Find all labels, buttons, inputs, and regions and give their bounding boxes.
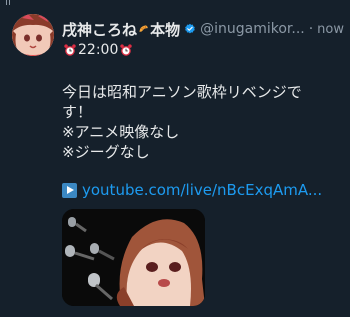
tweet-body: 今日は昭和アニソン歌枠リベンジで す！ ※アニメ映像なし ※ジーグなし (62, 82, 342, 162)
play-button-emoji-icon (62, 182, 77, 198)
croissant-emoji-icon (139, 24, 148, 32)
verified-badge-icon (185, 23, 195, 34)
tweet-body-line: ※アニメ映像なし (62, 123, 180, 141)
youtube-link[interactable]: youtube.com/live/nBcExqAmA... (82, 181, 322, 199)
avatar[interactable] (12, 14, 54, 56)
separator-dot: · (308, 21, 314, 37)
alarm-clock-emoji-icon (120, 44, 133, 56)
tweet-header: 戌神ころね 本物 @inugamikor... · now (62, 18, 344, 40)
alarm-clock-emoji-icon (64, 44, 76, 56)
display-name[interactable]: 戌神ころね (62, 19, 137, 40)
timestamp[interactable]: now (317, 22, 344, 37)
schedule-time-line: 22:00 (62, 40, 134, 60)
tweet-body-line: 今日は昭和アニソン歌枠リベンジで (62, 83, 302, 101)
scrollbar-ticks (6, 0, 12, 6)
link-row: youtube.com/live/nBcExqAmA... (62, 179, 322, 201)
display-name-suffix[interactable]: 本物 (150, 19, 180, 40)
tweet-body-line: す！ (62, 103, 93, 121)
schedule-time: 22:00 (78, 42, 119, 58)
tweet-body-line: ※ジーグなし (62, 143, 150, 161)
user-handle[interactable]: @inugamikor... (200, 21, 305, 37)
media-thumbnail[interactable] (62, 209, 205, 306)
